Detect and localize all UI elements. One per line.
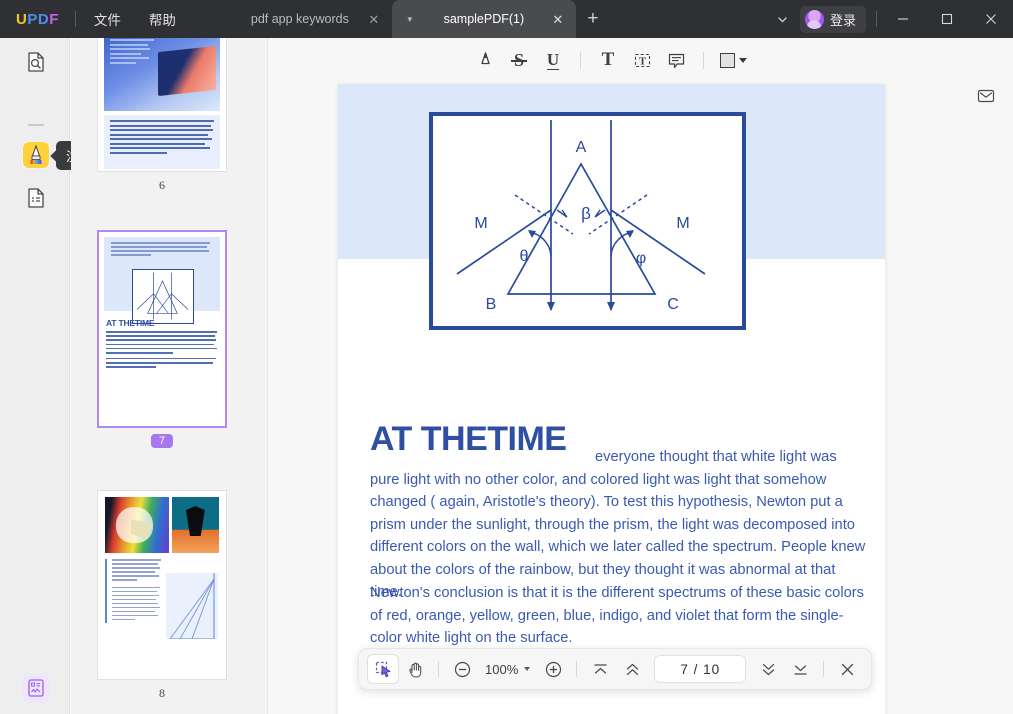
bottom-divider-3 (823, 661, 825, 677)
search-document-icon[interactable] (22, 48, 50, 76)
login-button[interactable]: 登录 (799, 5, 866, 33)
color-swatch (720, 52, 735, 68)
toolbar-divider-1 (580, 51, 581, 69)
prism-refraction-diagram: A β M M θ φ B C (429, 112, 746, 330)
annotation-toolbar: S U T T (268, 38, 953, 82)
document-paragraph-2: Newton's conclusion is that it is the di… (370, 585, 864, 646)
pdf-page-canvas[interactable]: A β M M θ φ B C AT THETIME everyone thou… (338, 84, 885, 714)
logo-letter-d: D (37, 10, 50, 28)
zoom-level-value: 100% (485, 661, 519, 677)
first-page-icon[interactable] (585, 655, 615, 683)
previous-page-icon[interactable] (617, 655, 647, 683)
svg-text:B: B (486, 296, 497, 313)
document-paragraph-1: everyone thought that white light was pu… (370, 449, 866, 600)
svg-text:φ: φ (636, 250, 646, 267)
svg-text:A: A (576, 139, 587, 156)
tab-close-icon[interactable]: ✕ (366, 11, 382, 27)
tab-strip: pdf app keywords ✕ ▼ samplePDF(1) ✕ + (208, 0, 610, 38)
titlebar-divider (74, 11, 76, 27)
maximize-icon[interactable] (925, 0, 969, 38)
bottom-divider-2 (576, 661, 578, 677)
mail-icon[interactable] (974, 84, 998, 108)
tab-label: samplePDF(1) (443, 12, 525, 26)
menu-help[interactable]: 帮助 (135, 0, 190, 38)
comment-icon[interactable] (660, 45, 692, 75)
logo-letter-p: P (27, 10, 38, 28)
hand-icon[interactable] (400, 655, 430, 683)
chevron-down-icon (739, 57, 747, 63)
color-picker-button[interactable] (715, 45, 752, 75)
logo-letter-f: F (49, 10, 59, 28)
thumbnail-page-number: 6 (159, 178, 165, 192)
menu-file[interactable]: 文件 (80, 0, 135, 38)
svg-text:M: M (474, 215, 487, 232)
titlebar-divider-2 (876, 11, 877, 27)
underline-icon[interactable]: U (537, 45, 569, 75)
svg-text:C: C (667, 296, 679, 313)
login-label: 登录 (829, 12, 856, 28)
select-cursor-icon[interactable] (368, 655, 398, 683)
close-icon[interactable] (969, 0, 1013, 38)
highlighter-icon[interactable] (469, 45, 501, 75)
strikethrough-icon[interactable]: S (503, 45, 535, 75)
toolbar-divider-2 (703, 51, 704, 69)
page-thumbnail-panel[interactable]: 6 AT THETIME 7 8 (71, 38, 268, 714)
logo-letter-u: U (16, 10, 28, 28)
annotation-highlighter-icon[interactable] (22, 141, 50, 169)
minus-circle-icon[interactable] (447, 655, 477, 683)
svg-text:M: M (676, 215, 689, 232)
page-number-input[interactable]: 7 / 10 (654, 655, 747, 683)
text-box-icon[interactable]: T (626, 45, 658, 75)
bottom-divider-1 (438, 661, 439, 677)
app-logo: UPDF (0, 0, 71, 38)
updf-application-window: UPDF 文件 帮助 pdf app keywords ✕ ▼ samplePD… (0, 0, 1013, 714)
thumbnail-page-8[interactable]: 8 (97, 490, 227, 701)
plus-circle-icon[interactable] (538, 655, 568, 683)
minimize-icon[interactable] (881, 0, 925, 38)
tab-pdf-app-keywords[interactable]: pdf app keywords ✕ (208, 0, 392, 38)
title-bar: UPDF 文件 帮助 pdf app keywords ✕ ▼ samplePD… (0, 0, 1013, 38)
left-icon-rail: 注释 (0, 38, 102, 714)
reader-mode-icon[interactable] (22, 674, 50, 702)
tab-close-icon[interactable]: ✕ (550, 11, 566, 27)
rail-divider (28, 124, 44, 126)
svg-text:θ: θ (520, 248, 529, 265)
page-thumbnails-icon[interactable] (22, 184, 50, 212)
page-navigation-toolbar: 100% 7 / 10 (358, 648, 873, 690)
thumbnail-page-6[interactable]: 6 (97, 38, 227, 193)
next-page-icon[interactable] (753, 655, 783, 683)
thumbnail-page-number: 8 (159, 686, 165, 700)
thumbnail-page-number: 7 (150, 434, 174, 448)
chevron-down-icon[interactable]: ▼ (402, 15, 418, 24)
tab-list-chevron-down-icon[interactable] (766, 0, 800, 38)
chevron-down-icon (524, 667, 531, 671)
zoom-level-dropdown[interactable]: 100% (479, 655, 536, 683)
text-icon[interactable]: T (592, 45, 624, 75)
new-tab-button[interactable]: + (576, 0, 610, 38)
svg-text:T: T (638, 55, 646, 67)
svg-text:β: β (581, 204, 591, 223)
last-page-icon[interactable] (785, 655, 815, 683)
close-toolbar-icon[interactable] (832, 655, 862, 683)
document-viewer: S U T T (268, 38, 1013, 714)
avatar (804, 9, 824, 29)
titlebar-right-group: 登录 (766, 0, 1013, 38)
tab-samplepdf1[interactable]: ▼ samplePDF(1) ✕ (391, 0, 576, 38)
thumbnail-page-7[interactable]: AT THETIME 7 (97, 230, 227, 449)
tab-label: pdf app keywords (250, 12, 349, 26)
